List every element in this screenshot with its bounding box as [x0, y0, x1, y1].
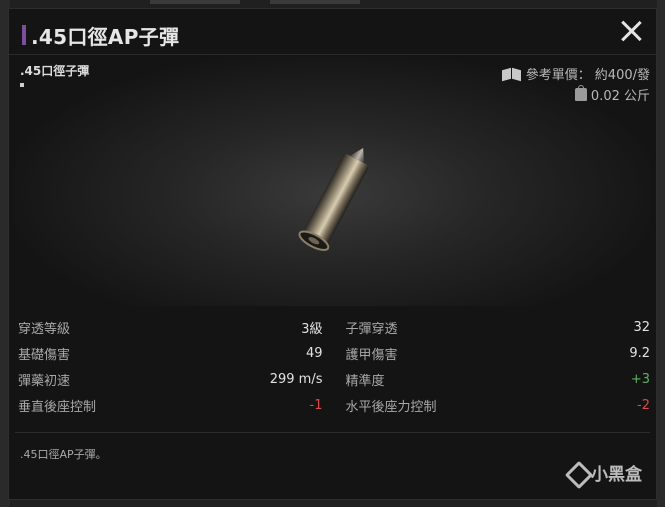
bullet-image: [285, 136, 385, 266]
dialog-title: .45口徑AP子彈: [31, 25, 180, 49]
stat-label: 基礎傷害: [18, 347, 71, 363]
item-preview: .45口徑子彈 參考單價： 約400/發 0.02 公斤: [15, 56, 650, 306]
item-indicator-dot: [20, 83, 24, 87]
item-description: .45口徑AP子彈。: [20, 448, 107, 461]
stat-label: 穿透等級: [18, 321, 71, 337]
stat-value: 9.2: [629, 345, 650, 361]
item-inspect-dialog: .45口徑AP子彈 .45口徑子彈 參考單價： 約400/發 0.02 公斤 穿…: [8, 8, 657, 500]
item-name: .45口徑子彈: [20, 64, 90, 78]
stat-label: 垂直後座控制: [18, 399, 97, 415]
stat-cell: 基礎傷害 49: [15, 344, 333, 363]
background-strip: [270, 0, 360, 4]
stat-value: 299 m/s: [269, 371, 323, 387]
watermark-logo-icon: [567, 463, 587, 483]
stat-value: -1: [309, 397, 323, 413]
stat-value: 3級: [301, 321, 323, 337]
price-row: 參考單價： 約400/發: [502, 64, 650, 83]
stat-cell: 水平後座力控制 -2: [333, 396, 651, 415]
weight-value: 0.02 公斤: [590, 89, 650, 104]
stat-row: 彈藥初速 299 m/s 精準度 +3: [15, 366, 650, 392]
price-label: 參考單價：: [525, 68, 591, 83]
background-edge-right: [657, 0, 665, 507]
background-strip: [150, 0, 240, 4]
stat-label: 子彈穿透: [345, 321, 398, 337]
weight-icon: [574, 85, 587, 101]
stat-value: +3: [630, 371, 650, 387]
stat-label: 水平後座力控制: [345, 399, 437, 415]
stat-cell: 垂直後座控制 -1: [15, 396, 333, 415]
stat-cell: 穿透等級 3級: [15, 318, 333, 337]
dialog-titlebar: .45口徑AP子彈: [9, 9, 656, 55]
stats-table: 穿透等級 3級 子彈穿透 32 基礎傷害 49 護甲傷害 9.2 彈藥初速 299 m/s 精準度 +…: [15, 314, 650, 418]
close-icon[interactable]: [620, 20, 642, 42]
stat-label: 精準度: [345, 373, 385, 389]
stat-row: 基礎傷害 49 護甲傷害 9.2: [15, 340, 650, 366]
watermark: 小黑盒: [567, 460, 642, 485]
divider: [15, 432, 650, 433]
weight-row: 0.02 公斤: [574, 85, 650, 104]
stat-cell: 子彈穿透 32: [333, 318, 651, 337]
book-icon: [502, 67, 522, 81]
title-accent-bar: [22, 25, 26, 45]
stat-row: 穿透等級 3級 子彈穿透 32: [15, 314, 650, 340]
watermark-text: 小黑盒: [591, 465, 642, 485]
stat-cell: 精準度 +3: [333, 370, 651, 389]
stat-cell: 護甲傷害 9.2: [333, 344, 651, 363]
stat-row: 垂直後座控制 -1 水平後座力控制 -2: [15, 392, 650, 418]
stat-value: 49: [305, 345, 323, 361]
stat-cell: 彈藥初速 299 m/s: [15, 370, 333, 389]
stat-value: 32: [633, 319, 650, 335]
stat-value: -2: [637, 397, 650, 413]
stat-label: 護甲傷害: [345, 347, 398, 363]
stat-label: 彈藥初速: [18, 373, 71, 389]
price-value: 約400/發: [594, 68, 650, 83]
